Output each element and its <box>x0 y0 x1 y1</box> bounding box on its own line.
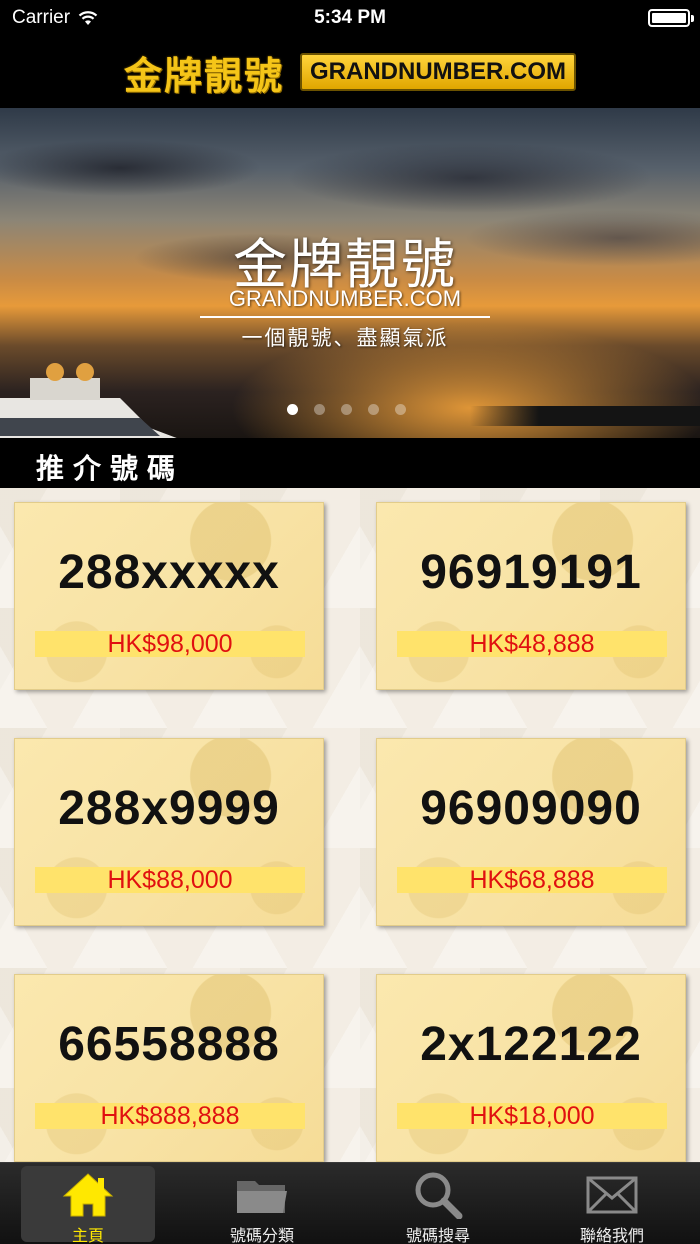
card-price: HK$48,888 <box>397 631 667 657</box>
app-header: 金牌靚號 GRANDNUMBER.COM <box>0 36 700 108</box>
battery-icon <box>648 9 694 27</box>
page-dot[interactable] <box>395 404 406 415</box>
card-number: 66558888 <box>58 1018 280 1071</box>
number-card[interactable]: 2x122122 HK$18,000 <box>376 974 686 1162</box>
card-price: HK$98,000 <box>35 631 305 657</box>
number-grid: 288xxxxx HK$98,000 96919191 HK$48,888 28… <box>0 488 700 1162</box>
card-number: 2x122122 <box>420 1018 642 1071</box>
card-price: HK$18,000 <box>397 1103 667 1129</box>
tab-categories-label: 號碼分類 <box>229 1226 294 1244</box>
section-title: 推介號碼 <box>36 452 185 485</box>
number-card[interactable]: 66558888 HK$888,888 <box>14 974 324 1162</box>
section-header: 推介號碼 <box>0 438 700 488</box>
card-price: HK$888,888 <box>35 1103 305 1129</box>
card-price: HK$88,000 <box>35 867 305 893</box>
tab-contact-label: 聯絡我們 <box>579 1226 644 1244</box>
card-price: HK$68,888 <box>397 867 667 893</box>
page-dot[interactable] <box>314 404 325 415</box>
logo-chinese: 金牌靚號 <box>124 53 285 98</box>
banner-shore <box>470 406 700 426</box>
number-card[interactable]: 96909090 HK$68,888 <box>376 738 686 926</box>
card-number: 288x9999 <box>58 782 280 835</box>
card-number: 96919191 <box>420 546 642 599</box>
tab-bar: 主頁 號碼分類 號碼搜尋 聯絡我們 <box>0 1162 700 1244</box>
mail-icon <box>586 1176 638 1214</box>
status-time: 5:34 PM <box>314 7 386 28</box>
banner-slogan: 一個靚號、盡顯氣派 <box>241 326 449 350</box>
card-number: 288xxxxx <box>58 546 280 599</box>
tab-search-label: 號碼搜尋 <box>405 1226 470 1244</box>
tab-search[interactable]: 號碼搜尋 <box>371 1166 505 1244</box>
tab-home-label: 主頁 <box>71 1226 104 1244</box>
number-card[interactable]: 288x9999 HK$88,000 <box>14 738 324 926</box>
number-card[interactable]: 96919191 HK$48,888 <box>376 502 686 690</box>
status-bar: Carrier 5:34 PM <box>0 0 700 36</box>
logo-english: GRANDNUMBER.COM <box>300 53 576 91</box>
home-icon <box>62 1173 114 1217</box>
card-number: 96909090 <box>420 782 642 835</box>
page-indicator[interactable] <box>287 404 406 415</box>
search-icon <box>415 1172 463 1219</box>
banner-subtitle: GRANDNUMBER.COM <box>200 286 490 318</box>
page-dot[interactable] <box>368 404 379 415</box>
number-card[interactable]: 288xxxxx HK$98,000 <box>14 502 324 690</box>
yacht-image <box>0 363 177 438</box>
tab-home[interactable]: 主頁 <box>21 1166 155 1244</box>
promo-banner[interactable]: 金牌靚號 GRANDNUMBER.COM 一個靚號、盡顯氣派 <box>0 108 700 438</box>
page-dot[interactable] <box>341 404 352 415</box>
folder-icon <box>237 1181 287 1213</box>
tab-contact[interactable]: 聯絡我們 <box>545 1166 679 1244</box>
tab-categories[interactable]: 號碼分類 <box>195 1166 329 1244</box>
page-dot[interactable] <box>287 404 298 415</box>
